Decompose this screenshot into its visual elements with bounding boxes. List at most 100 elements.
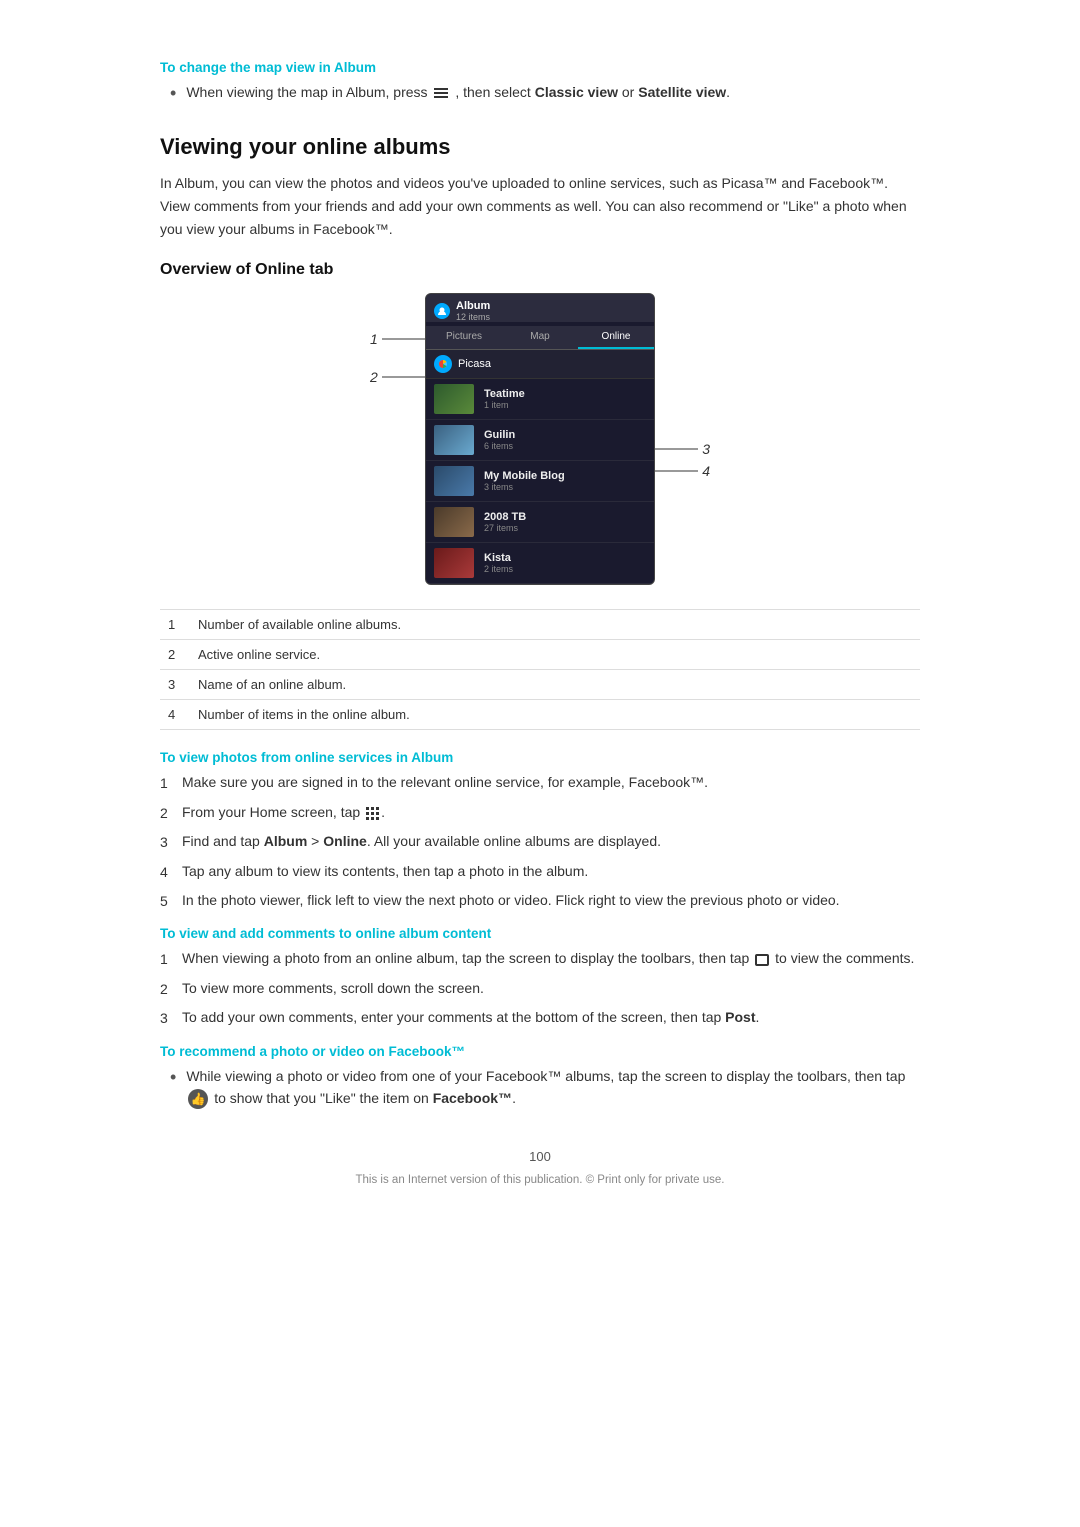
thumb-teatime	[434, 384, 474, 414]
thumb-blog	[434, 466, 474, 496]
like-icon: 👍	[188, 1089, 208, 1109]
tip3-step-num-2: 2	[160, 977, 182, 1000]
tip1-text: When viewing the map in Album, press , t…	[186, 81, 730, 103]
legend-row-2: 2 Active online service.	[160, 640, 920, 670]
sub-heading: Overview of Online tab	[160, 261, 920, 279]
album-count-kista: 2 items	[484, 564, 646, 574]
callout-2: 2	[370, 369, 427, 385]
album-count-blog: 3 items	[484, 482, 646, 492]
tab-pictures[interactable]: Pictures	[426, 326, 502, 349]
album-count-teatime: 1 item	[484, 400, 646, 410]
tip4-bullet-dot: •	[170, 1065, 176, 1090]
app-icon	[434, 303, 450, 319]
step-text-2: From your Home screen, tap .	[182, 801, 385, 823]
callout-num-2: 2	[370, 369, 378, 385]
album-name-kista: Kista	[484, 552, 646, 564]
tip2-step-3: 3 Find and tap Album > Online. All your …	[160, 830, 920, 853]
thumb-kista	[434, 548, 474, 578]
legend-desc-3: Name of an online album.	[190, 670, 920, 700]
step-num-2: 2	[160, 801, 182, 824]
callout-line-4	[653, 470, 698, 472]
legend-num-1: 1	[160, 610, 190, 640]
legend-row-4: 4 Number of items in the online album.	[160, 700, 920, 730]
bullet-icon: •	[170, 81, 176, 106]
callout-4: 4	[653, 463, 710, 479]
tip4-text: While viewing a photo or video from one …	[186, 1065, 920, 1110]
service-header: Picasa	[426, 350, 654, 379]
step-text-1: Make sure you are signed in to the relev…	[182, 771, 708, 793]
thumb-2008	[434, 507, 474, 537]
phone-screen: Album 12 items Pictures Map Online	[425, 293, 655, 585]
diagram-area: 1 2 3 4	[160, 293, 920, 585]
tip2-steps: 1 Make sure you are signed in to the rel…	[160, 771, 920, 912]
section-heading: Viewing your online albums	[160, 134, 920, 160]
grid-icon	[366, 807, 379, 820]
tab-map[interactable]: Map	[502, 326, 578, 349]
tip3-step-num-1: 1	[160, 947, 182, 970]
footer-note: This is an Internet version of this publ…	[160, 1174, 920, 1186]
step-text-4: Tap any album to view its contents, then…	[182, 860, 588, 882]
tip3-section: To view and add comments to online album…	[160, 926, 920, 1029]
tip2-step-5: 5 In the photo viewer, flick left to vie…	[160, 889, 920, 912]
diagram-inner: 1 2 3 4	[425, 293, 655, 585]
callout-line-3	[653, 448, 698, 450]
album-list: Teatime 1 item Guilin 6 items	[426, 379, 654, 584]
callout-num-3: 3	[702, 441, 710, 457]
legend-num-4: 4	[160, 700, 190, 730]
album-item-blog: My Mobile Blog 3 items	[426, 461, 654, 502]
service-name: Picasa	[458, 358, 491, 370]
picasa-icon-svg	[437, 358, 449, 370]
album-info-2008: 2008 TB 27 items	[484, 511, 646, 533]
legend-desc-1: Number of available online albums.	[190, 610, 920, 640]
step-num-1: 1	[160, 771, 182, 794]
page-number: 100	[160, 1149, 920, 1164]
thumb-guilin	[434, 425, 474, 455]
comment-icon	[755, 954, 769, 966]
tip1-section: To change the map view in Album • When v…	[160, 60, 920, 106]
album-info-guilin: Guilin 6 items	[484, 429, 646, 451]
album-count-guilin: 6 items	[484, 441, 646, 451]
menu-icon	[434, 88, 448, 98]
step-text-3: Find and tap Album > Online. All your av…	[182, 830, 661, 852]
callout-num-1: 1	[370, 331, 378, 347]
legend-num-2: 2	[160, 640, 190, 670]
tip3-title: To view and add comments to online album…	[160, 926, 920, 941]
tip3-text-3: To add your own comments, enter your com…	[182, 1006, 759, 1028]
album-item-teatime: Teatime 1 item	[426, 379, 654, 420]
tip2-step-1: 1 Make sure you are signed in to the rel…	[160, 771, 920, 794]
step-num-5: 5	[160, 889, 182, 912]
facebook-bold: Facebook™	[433, 1090, 512, 1106]
album-info-blog: My Mobile Blog 3 items	[484, 470, 646, 492]
legend-row-3: 3 Name of an online album.	[160, 670, 920, 700]
tip3-step-3: 3 To add your own comments, enter your c…	[160, 1006, 920, 1029]
tab-online[interactable]: Online	[578, 326, 654, 349]
album-name-blog: My Mobile Blog	[484, 470, 646, 482]
album-name-guilin: Guilin	[484, 429, 646, 441]
album-item-2008: 2008 TB 27 items	[426, 502, 654, 543]
tip3-text-2: To view more comments, scroll down the s…	[182, 977, 484, 999]
legend-num-3: 3	[160, 670, 190, 700]
page-footer: 100	[160, 1149, 920, 1164]
album-name-2008: 2008 TB	[484, 511, 646, 523]
album-info-kista: Kista 2 items	[484, 552, 646, 574]
app-icon-svg	[437, 306, 447, 316]
phone-header: Album 12 items	[426, 294, 654, 322]
album-name-teatime: Teatime	[484, 388, 646, 400]
phone-tabs: Pictures Map Online	[426, 326, 654, 350]
tip4-title: To recommend a photo or video on Faceboo…	[160, 1044, 920, 1059]
album-item-guilin: Guilin 6 items	[426, 420, 654, 461]
picasa-icon	[434, 355, 452, 373]
tip4-section: To recommend a photo or video on Faceboo…	[160, 1044, 920, 1110]
tip2-step-4: 4 Tap any album to view its contents, th…	[160, 860, 920, 883]
tip2-section: To view photos from online services in A…	[160, 750, 920, 912]
tip1-title: To change the map view in Album	[160, 60, 920, 75]
section-desc: In Album, you can view the photos and vi…	[160, 172, 920, 241]
main-section: Viewing your online albums In Album, you…	[160, 134, 920, 1109]
tip3-steps: 1 When viewing a photo from an online al…	[160, 947, 920, 1029]
step-text-5: In the photo viewer, flick left to view …	[182, 889, 840, 911]
satellite-view-label: Satellite view	[638, 84, 726, 100]
album-count-2008: 27 items	[484, 523, 646, 533]
legend-row-1: 1 Number of available online albums.	[160, 610, 920, 640]
album-info-teatime: Teatime 1 item	[484, 388, 646, 410]
callout-num-4: 4	[702, 463, 710, 479]
